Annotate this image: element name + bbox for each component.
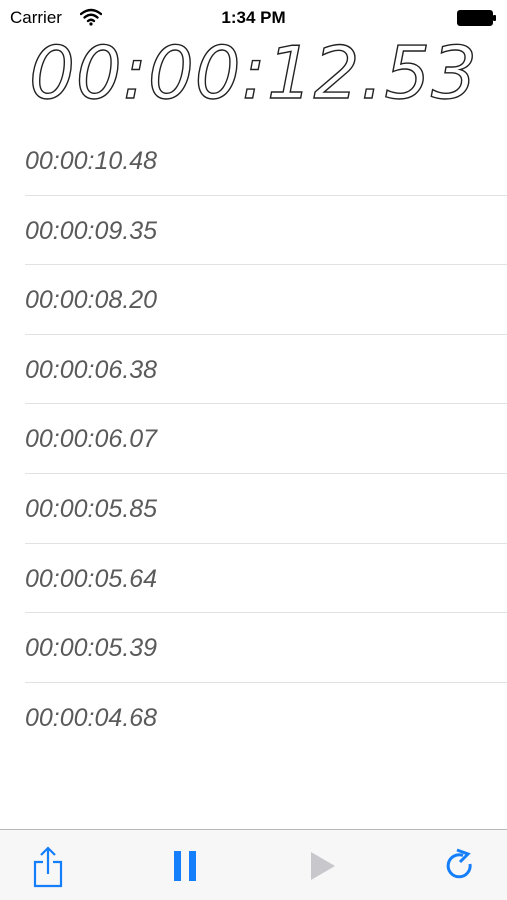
share-button[interactable] [28,844,68,888]
lap-row: 00:00:05.64 [25,544,507,614]
lap-row: 00:00:04.68 [25,683,507,753]
lap-time: 00:00:05.39 [25,634,158,663]
lap-list: 00:00:10.48 00:00:09.35 00:00:08.20 00:00:0… [0,126,507,752]
pause-button[interactable] [165,844,205,888]
lap-row: 00:00:05.85 [25,474,507,544]
lap-time: 00:00:05.64 [25,564,158,593]
reset-button[interactable] [440,844,480,888]
lap-row: 00:00:05.39 [25,613,507,683]
lap-row: 00:00:10.48 [25,126,507,196]
status-time: 1:34 PM [221,8,286,27]
lap-time: 00:00:06.38 [25,355,158,384]
lap-row: 00:00:09.35 [25,196,507,266]
pause-icon [174,851,196,881]
lap-time: 00:00:10.48 [25,147,158,175]
battery-icon [457,10,496,26]
lap-time: 00:00:08.20 [25,286,158,315]
lap-time: 00:00:04.68 [25,703,158,732]
play-icon [311,852,335,880]
lap-time: 00:00:06.07 [25,425,158,454]
lap-time: 00:00:05.85 [25,494,158,523]
lap-row: 00:00:06.38 [25,335,507,405]
refresh-icon [446,848,472,879]
main-timer-display: 00:00:12.53 [28,30,478,115]
lap-row: 00:00:06.07 [25,404,507,474]
lap-time: 00:00:09.35 [25,216,158,245]
share-icon [33,846,63,888]
lap-row: 00:00:08.20 [25,265,507,335]
play-button[interactable] [302,844,342,888]
bottom-toolbar [0,829,507,900]
stopwatch-screen: Carrier 1:34 PM 00:00:12.53 00:00:10.48 0… [0,0,507,900]
